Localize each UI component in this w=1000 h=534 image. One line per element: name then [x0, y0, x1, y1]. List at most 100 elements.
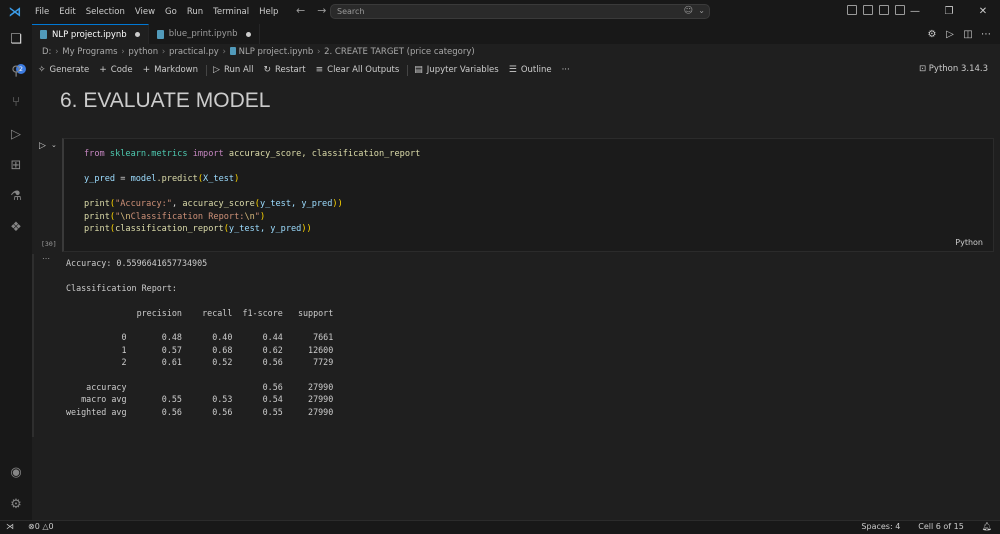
testing-flask-icon[interactable]: ⚗ — [6, 186, 26, 206]
variable: y_pred — [84, 174, 116, 184]
keyword: from — [84, 149, 105, 159]
notebook-settings-gear-icon[interactable]: ⚙ — [926, 29, 938, 40]
breadcrumb-symbol[interactable]: 2. CREATE TARGET (price category) — [324, 47, 475, 57]
chevron-down-icon[interactable]: ⌄ — [698, 6, 705, 15]
vscode-logo-icon: ⋊ — [8, 4, 22, 20]
kernel-picker[interactable]: ⊡ Python 3.14.3 — [919, 64, 988, 74]
close-icon[interactable]: ✕ — [966, 0, 1000, 24]
title-bar: ⋊ File Edit Selection View Go Run Termin… — [0, 0, 1000, 24]
more-actions-icon[interactable]: ⋯ — [980, 29, 992, 40]
function-name: print — [84, 224, 110, 234]
jupyter-variables-button[interactable]: ▤ Jupyter Variables — [414, 65, 498, 75]
cell-output: Accuracy: 0.5596641657734905 Classificat… — [66, 257, 333, 418]
search-icon[interactable]: ⚲ — [6, 61, 26, 81]
markdown-heading[interactable]: 6. EVALUATE MODEL — [60, 89, 270, 113]
run-debug-icon[interactable]: ▷ — [6, 124, 26, 144]
report-row: 2 0.61 0.52 0.56 7729 — [66, 357, 334, 368]
run-options-chevron-icon[interactable]: ⌄ — [51, 141, 57, 149]
editor-tabs: NLP project.ipynb blue_print.ipynb ⚙ ▷ ◫… — [32, 24, 1000, 44]
menu-file[interactable]: File — [30, 7, 54, 17]
minimize-icon[interactable]: — — [898, 0, 932, 24]
generate-button[interactable]: ✧ Generate — [38, 65, 89, 75]
notifications-bell-icon[interactable]: 🔔︎ — [982, 522, 992, 531]
account-icon[interactable]: ◉ — [6, 462, 26, 482]
cell-language-indicator[interactable]: Python — [955, 238, 983, 247]
string-literal: "Accuracy:" — [115, 199, 172, 209]
output-actions-icon[interactable]: ⋯ — [42, 254, 50, 263]
command-center-search[interactable]: Search ☺ ⌄ — [330, 4, 710, 19]
clear-outputs-label: Clear All Outputs — [327, 65, 400, 75]
escape-sequence: \n — [244, 211, 255, 222]
menu-bar: File Edit Selection View Go Run Terminal… — [30, 7, 283, 17]
extensions-icon[interactable]: ⊞ — [6, 155, 26, 175]
tab-nlp-project[interactable]: NLP project.ipynb — [32, 24, 149, 44]
add-markdown-button[interactable]: + Markdown — [143, 65, 198, 75]
report-summary-row: accuracy 0.56 27990 — [66, 382, 334, 393]
run-all-label: Run All — [223, 65, 254, 75]
clear-all-outputs-button[interactable]: ≡ Clear All Outputs — [316, 65, 400, 75]
sparkle-icon: ✧ — [38, 65, 46, 75]
menu-go[interactable]: Go — [160, 7, 182, 17]
activity-bar: ❏ 2 ⚲ ⑂ ▷ ⊞ ⚗ ❖ ◉ ⚙ — [0, 24, 32, 520]
menu-help[interactable]: Help — [254, 7, 283, 17]
menu-view[interactable]: View — [130, 7, 160, 17]
run-cell-icon[interactable]: ▷ — [39, 141, 46, 151]
more-toolbar-button[interactable]: ··· — [562, 65, 570, 75]
markdown-label: Markdown — [154, 65, 199, 75]
escape-sequence: \n — [120, 211, 131, 222]
outline-label: Outline — [520, 65, 552, 75]
restart-button[interactable]: ↻ Restart — [263, 65, 305, 75]
plus-icon: + — [142, 65, 151, 75]
notebook-file-icon — [40, 30, 47, 39]
kernel-label: Python 3.14.3 — [928, 64, 988, 74]
menu-selection[interactable]: Selection — [81, 7, 130, 17]
split-editor-icon[interactable]: ◫ — [962, 29, 974, 40]
breadcrumb-folder[interactable]: My Programs — [62, 47, 117, 57]
code-editor[interactable]: from sklearn.metrics import accuracy_sco… — [84, 148, 420, 236]
copilot-icon[interactable]: ☺ — [684, 6, 693, 16]
code-cell[interactable]: from sklearn.metrics import accuracy_sco… — [62, 138, 994, 252]
status-bar: ⋊ ⊗0 △0 Spaces: 4 Cell 6 of 15 🔔︎ — [0, 520, 1000, 534]
toggle-primary-sidebar-icon[interactable] — [863, 5, 873, 15]
function-name: print — [84, 211, 110, 222]
run-icon[interactable]: ▷ — [944, 29, 956, 40]
variable: model — [130, 174, 157, 184]
outline-button[interactable]: ☰ Outline — [509, 65, 552, 75]
plus-icon: + — [99, 65, 107, 75]
indentation-indicator[interactable]: Spaces: 4 — [861, 522, 900, 531]
problems-indicator[interactable]: ⊗0 △0 — [28, 522, 54, 531]
breadcrumb-file[interactable]: NLP project.ipynb — [239, 47, 314, 57]
menu-run[interactable]: Run — [182, 7, 208, 17]
unsaved-dot-icon[interactable] — [245, 31, 251, 37]
menu-edit[interactable]: Edit — [54, 7, 80, 17]
restore-icon[interactable]: ❐ — [932, 0, 966, 24]
source-control-icon[interactable]: ⑂ — [6, 92, 26, 112]
customize-layout-icon[interactable] — [847, 5, 857, 15]
add-code-button[interactable]: + Code — [99, 65, 132, 75]
forward-arrow-icon[interactable]: → — [317, 4, 326, 17]
back-arrow-icon[interactable]: ← — [296, 4, 305, 17]
arguments: y_test, y_pred — [228, 224, 302, 234]
breadcrumb-folder[interactable]: practical.py — [169, 47, 219, 57]
kernel-icon: ⊡ — [918, 64, 929, 74]
breadcrumb-drive[interactable]: D: — [42, 47, 51, 57]
report-title: Classification Report: — [66, 282, 177, 293]
breadcrumb: D: › My Programs › python › practical.py… — [42, 47, 475, 57]
run-all-button[interactable]: ▷ Run All — [213, 65, 253, 75]
clear-outputs-icon: ≡ — [315, 65, 324, 75]
cell-position-indicator[interactable]: Cell 6 of 15 — [918, 522, 964, 531]
toggle-panel-icon[interactable] — [879, 5, 889, 15]
menu-terminal[interactable]: Terminal — [208, 7, 254, 17]
unsaved-dot-icon[interactable] — [134, 32, 140, 37]
error-count: 0 — [34, 522, 40, 531]
tab-blue-print[interactable]: blue_print.ipynb — [148, 24, 260, 44]
restart-icon: ↻ — [263, 65, 272, 75]
python-icon[interactable]: ❖ — [6, 217, 26, 237]
remote-icon[interactable]: ⋊ — [6, 522, 14, 531]
breadcrumb-folder[interactable]: python — [128, 47, 158, 57]
report-header: precision recall f1-score support — [66, 307, 334, 318]
report-summary-row: weighted avg 0.56 0.56 0.55 27990 — [66, 406, 334, 417]
explorer-icon[interactable]: ❏ — [6, 29, 26, 49]
settings-gear-icon[interactable]: ⚙ — [6, 494, 26, 514]
report-row: 0 0.48 0.40 0.44 7661 — [66, 332, 334, 343]
